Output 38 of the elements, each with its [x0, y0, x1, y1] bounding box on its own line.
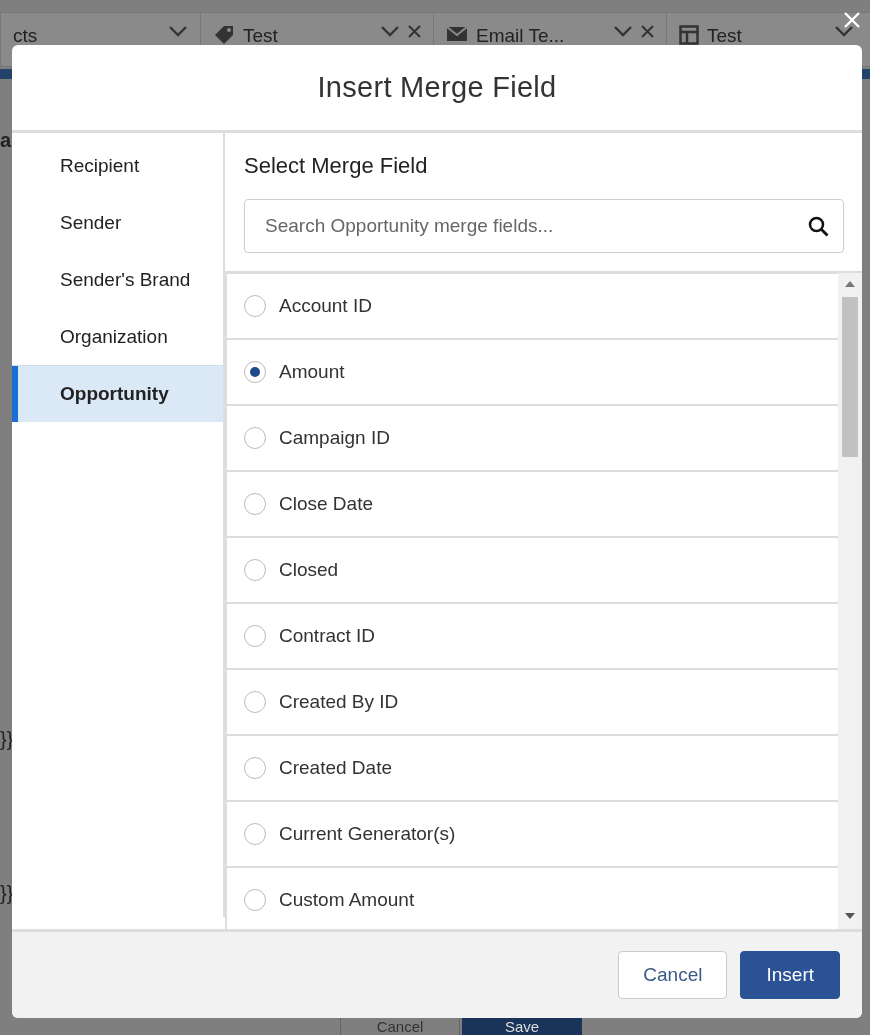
list-item[interactable]: Campaign ID [225, 406, 838, 470]
list-item[interactable]: Current Generator(s) [225, 802, 838, 866]
scrollbar[interactable] [838, 273, 862, 929]
secondary-button[interactable]: Cancel [618, 951, 728, 999]
sidebar-item[interactable]: Recipient [12, 137, 223, 194]
list-item[interactable]: Close Date [225, 472, 838, 536]
mail-icon [446, 25, 468, 43]
close-icon[interactable] [641, 25, 654, 38]
list-item[interactable]: Account ID [225, 274, 838, 338]
scroll-down-icon[interactable] [845, 913, 855, 919]
list-item[interactable]: Amount [225, 340, 838, 404]
list-item[interactable]: Created Date [225, 736, 838, 800]
modal-title: Insert Merge Field [317, 71, 557, 104]
sidebar-item[interactable]: Sender's Brand [12, 251, 223, 308]
list-item[interactable]: Closed [225, 538, 838, 602]
search-field[interactable]: Search Opportunity merge fields... [244, 199, 844, 253]
primary-button[interactable]: Insert [740, 951, 840, 999]
layout-icon [679, 25, 699, 45]
chevron-down-icon[interactable] [613, 25, 633, 37]
chevron-down-icon[interactable] [168, 25, 188, 37]
section-heading: Select Merge Field [244, 153, 429, 179]
scrollbar-thumb[interactable] [842, 297, 858, 457]
chevron-down-icon[interactable] [380, 25, 400, 37]
chevron-down-icon[interactable] [834, 25, 854, 37]
scroll-up-icon[interactable] [845, 281, 855, 287]
close-icon[interactable] [408, 25, 421, 38]
tag-icon [213, 25, 235, 45]
background-text: a [0, 129, 12, 153]
sidebar-item[interactable]: Sender [12, 194, 223, 251]
background-text: }} [0, 882, 14, 906]
list-item[interactable]: Custom Amount [225, 868, 838, 929]
background-text: }} [0, 728, 14, 752]
list-item[interactable]: Contract ID [225, 604, 838, 668]
sidebar-item[interactable]: Opportunity [12, 365, 223, 422]
sidebar-item[interactable]: Organization [12, 308, 223, 365]
list-item[interactable]: Created By ID [225, 670, 838, 734]
search-icon[interactable] [808, 215, 829, 237]
background-button[interactable]: Save [462, 1018, 582, 1035]
